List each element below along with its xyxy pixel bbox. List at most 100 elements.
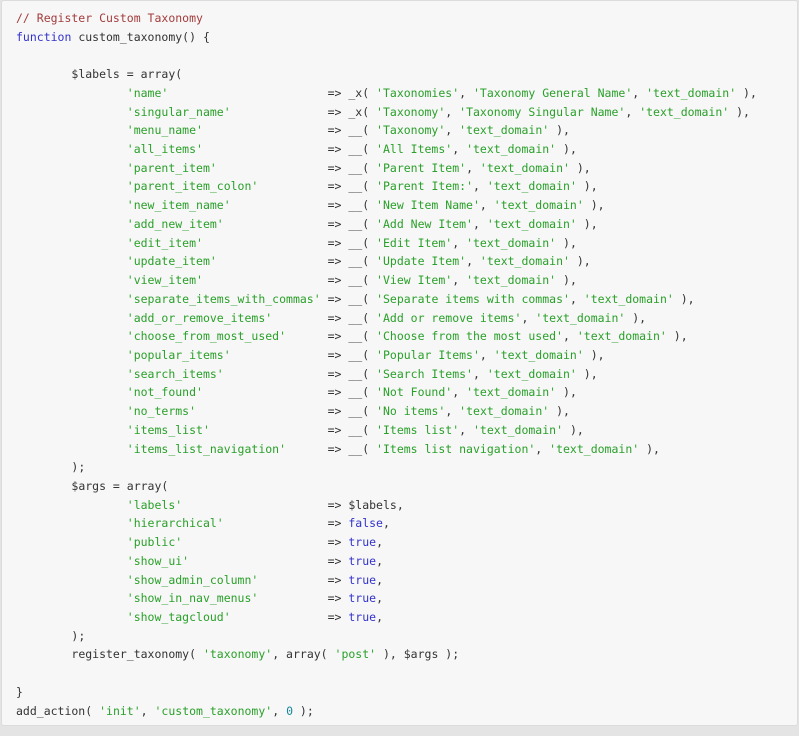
code-token-string: 'separate_items_with_commas': [127, 292, 321, 306]
code-spacing: [16, 161, 127, 175]
code-token-string: 'Taxonomy General Name': [473, 86, 632, 100]
code-spacing: [286, 329, 328, 343]
code-token-string: 'text_domain': [646, 86, 736, 100]
code-token-plain: ,: [376, 535, 383, 549]
code-token-plain: ,: [632, 86, 646, 100]
code-spacing: [16, 86, 127, 100]
code-spacing: [16, 535, 127, 549]
code-spacing: [224, 367, 328, 381]
code-token-plain: ),: [674, 292, 695, 306]
code-token-string: 'Update Item': [376, 254, 466, 268]
code-token-plain: =>: [328, 573, 349, 587]
code-token-string: 'choose_from_most_used': [127, 329, 286, 343]
code-spacing: [286, 442, 328, 456]
code-token-plain: $args = array(: [71, 479, 168, 493]
code-token-string: 'Add or remove items': [376, 311, 521, 325]
code-line: [16, 664, 783, 683]
code-spacing: [16, 647, 71, 661]
code-spacing: [16, 442, 127, 456]
code-line: $labels = array(: [16, 65, 783, 84]
code-spacing: [16, 404, 127, 418]
code-line: 'items_list' => __( 'Items list', 'text_…: [16, 421, 783, 440]
code-token-plain: ,: [383, 516, 390, 530]
code-token-string: 'items_list_navigation': [127, 442, 286, 456]
code-token-string: 'Taxonomy': [376, 105, 445, 119]
code-spacing: [16, 629, 71, 643]
code-spacing: [16, 105, 127, 119]
code-spacing: [196, 404, 328, 418]
code-spacing: [16, 273, 127, 287]
code-line: 'add_new_item' => __( 'Add New Item', 't…: [16, 215, 783, 234]
code-token-plain: => __(: [328, 273, 376, 287]
code-line: }: [16, 683, 783, 702]
code-line: 'no_terms' => __( 'No items', 'text_doma…: [16, 402, 783, 421]
code-spacing: [16, 292, 127, 306]
code-token-string: 'text_domain': [494, 348, 584, 362]
code-token-plain: ,: [376, 573, 383, 587]
code-spacing: [16, 573, 127, 587]
code-token-string: 'show_ui': [127, 554, 189, 568]
code-token-string: 'No items': [376, 404, 445, 418]
code-token-string: 'Taxonomies': [376, 86, 459, 100]
code-token-plain: => _x(: [328, 86, 376, 100]
code-spacing: [16, 348, 127, 362]
code-card: // Register Custom Taxonomyfunction cust…: [1, 0, 798, 726]
code-token-plain: ,: [473, 179, 487, 193]
code-token-plain: ),: [667, 329, 688, 343]
code-spacing: [16, 460, 71, 474]
code-token-plain: $labels = array(: [71, 67, 182, 81]
code-token-plain: => __(: [328, 179, 376, 193]
code-line: register_taxonomy( 'taxonomy', array( 'p…: [16, 645, 783, 664]
code-token-plain: ),: [584, 198, 605, 212]
code-token-string: 'text_domain': [480, 254, 570, 268]
code-token-string: 'post': [335, 647, 377, 661]
code-token-string: 'text_domain': [535, 311, 625, 325]
code-line: 'singular_name' => _x( 'Taxonomy', 'Taxo…: [16, 103, 783, 122]
code-spacing: [217, 161, 328, 175]
code-token-plain: ),: [563, 423, 584, 437]
code-spacing: [231, 348, 328, 362]
code-token-plain: => __(: [328, 311, 376, 325]
code-spacing: [16, 123, 127, 137]
code-spacing: [224, 217, 328, 231]
code-token-plain: => __(: [328, 329, 376, 343]
code-token-plain: ,: [480, 198, 494, 212]
code-token-plain: ,: [452, 236, 466, 250]
code-token-plain: =>: [328, 554, 349, 568]
code-token-string: 'text_domain': [549, 442, 639, 456]
code-spacing: [217, 254, 328, 268]
code-line: 'not_found' => __( 'Not Found', 'text_do…: [16, 383, 783, 402]
code-spacing: [210, 423, 328, 437]
code-token-string: 'text_domain': [466, 385, 556, 399]
code-spacing: [258, 591, 327, 605]
code-line: 'public' => true,: [16, 533, 783, 552]
code-spacing: [203, 236, 328, 250]
code-token-plain: =>: [328, 610, 349, 624]
code-token-string: 'text_domain': [639, 105, 729, 119]
code-token-plain: ),: [577, 179, 598, 193]
code-token-plain: ),: [639, 442, 660, 456]
code-spacing: [258, 573, 327, 587]
code-token-plain: ,: [466, 254, 480, 268]
code-token-string: 'text_domain': [494, 198, 584, 212]
code-token-string: 'text_domain': [487, 367, 577, 381]
code-token-plain: => __(: [328, 217, 376, 231]
code-line: 'popular_items' => __( 'Popular Items', …: [16, 346, 783, 365]
code-spacing: [16, 385, 127, 399]
code-spacing: [203, 142, 328, 156]
code-token-plain: => __(: [328, 254, 376, 268]
code-line: );: [16, 627, 783, 646]
code-line: $args = array(: [16, 477, 783, 496]
code-token-string: 'popular_items': [127, 348, 231, 362]
code-token-plain: ,: [473, 217, 487, 231]
code-token-plain: => __(: [328, 198, 376, 212]
code-spacing: [16, 498, 127, 512]
code-spacing: [16, 179, 127, 193]
code-token-string: 'All Items': [376, 142, 452, 156]
code-spacing: [182, 535, 327, 549]
code-token-plain: ),: [556, 385, 577, 399]
code-line: // Register Custom Taxonomy: [16, 9, 783, 28]
code-line: 'add_or_remove_items' => __( 'Add or rem…: [16, 309, 783, 328]
code-token-keyword: true: [348, 591, 376, 605]
code-token-string: 'menu_name': [127, 123, 203, 137]
